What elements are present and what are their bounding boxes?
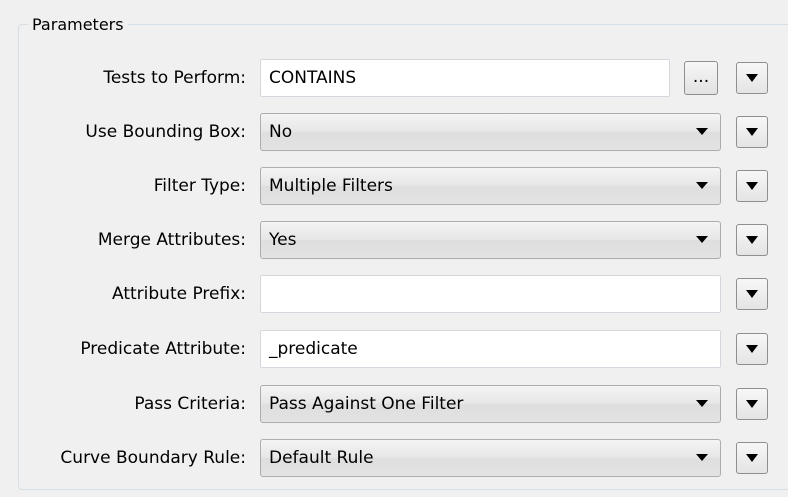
combo-arrow-icon bbox=[696, 182, 708, 189]
attribute-prefix-label: Attribute Prefix: bbox=[112, 284, 246, 304]
predicate-attribute-label: Predicate Attribute: bbox=[80, 339, 246, 359]
use-bounding-box-menu-button[interactable] bbox=[736, 116, 768, 148]
row-filter-type: Filter Type: Multiple Filters bbox=[0, 166, 788, 206]
use-bounding-box-combo[interactable]: No bbox=[260, 113, 721, 151]
row-attribute-prefix: Attribute Prefix: bbox=[0, 274, 788, 314]
combo-arrow-icon bbox=[696, 236, 708, 243]
use-bounding-box-label: Use Bounding Box: bbox=[85, 122, 246, 142]
triangle-down-icon bbox=[746, 290, 758, 298]
tests-to-perform-value: CONTAINS bbox=[269, 68, 357, 88]
filter-type-menu-button[interactable] bbox=[736, 170, 768, 202]
curve-boundary-rule-combo[interactable]: Default Rule bbox=[260, 439, 721, 477]
attribute-prefix-field[interactable] bbox=[260, 275, 721, 313]
filter-type-value: Multiple Filters bbox=[269, 176, 393, 196]
parameters-group-title: Parameters bbox=[28, 15, 128, 35]
row-pass-criteria: Pass Criteria: Pass Against One Filter bbox=[0, 384, 788, 424]
filter-type-combo[interactable]: Multiple Filters bbox=[260, 167, 721, 205]
tests-to-perform-menu-button[interactable] bbox=[736, 62, 768, 94]
pass-criteria-value: Pass Against One Filter bbox=[269, 394, 464, 414]
triangle-down-icon bbox=[746, 236, 758, 244]
attribute-prefix-menu-button[interactable] bbox=[736, 278, 768, 310]
predicate-attribute-menu-button[interactable] bbox=[736, 333, 768, 365]
pass-criteria-label: Pass Criteria: bbox=[134, 394, 246, 414]
merge-attributes-menu-button[interactable] bbox=[736, 224, 768, 256]
predicate-attribute-field[interactable]: _predicate bbox=[260, 330, 721, 368]
pass-criteria-menu-button[interactable] bbox=[736, 388, 768, 420]
curve-boundary-rule-menu-button[interactable] bbox=[736, 442, 768, 474]
triangle-down-icon bbox=[746, 182, 758, 190]
row-curve-boundary-rule: Curve Boundary Rule: Default Rule bbox=[0, 438, 788, 478]
combo-arrow-icon bbox=[696, 128, 708, 135]
merge-attributes-value: Yes bbox=[269, 230, 297, 250]
merge-attributes-label: Merge Attributes: bbox=[97, 230, 246, 250]
predicate-attribute-value: _predicate bbox=[269, 339, 358, 359]
merge-attributes-combo[interactable]: Yes bbox=[260, 221, 721, 259]
row-predicate-attribute: Predicate Attribute: _predicate bbox=[0, 329, 788, 369]
curve-boundary-rule-label: Curve Boundary Rule: bbox=[60, 448, 246, 468]
tests-to-perform-field[interactable]: CONTAINS bbox=[260, 59, 670, 97]
combo-arrow-icon bbox=[696, 454, 708, 461]
triangle-down-icon bbox=[746, 400, 758, 408]
use-bounding-box-value: No bbox=[269, 122, 293, 142]
triangle-down-icon bbox=[746, 74, 758, 82]
combo-arrow-icon bbox=[696, 400, 708, 407]
tests-to-perform-label: Tests to Perform: bbox=[103, 68, 246, 88]
curve-boundary-rule-value: Default Rule bbox=[269, 448, 374, 468]
triangle-down-icon bbox=[746, 454, 758, 462]
triangle-down-icon bbox=[746, 345, 758, 353]
triangle-down-icon bbox=[746, 128, 758, 136]
row-tests-to-perform: Tests to Perform: CONTAINS ... bbox=[0, 58, 788, 98]
filter-type-label: Filter Type: bbox=[153, 176, 246, 196]
tests-to-perform-ellipsis-button[interactable]: ... bbox=[684, 61, 718, 95]
row-use-bounding-box: Use Bounding Box: No bbox=[0, 112, 788, 152]
pass-criteria-combo[interactable]: Pass Against One Filter bbox=[260, 385, 721, 423]
row-merge-attributes: Merge Attributes: Yes bbox=[0, 220, 788, 260]
